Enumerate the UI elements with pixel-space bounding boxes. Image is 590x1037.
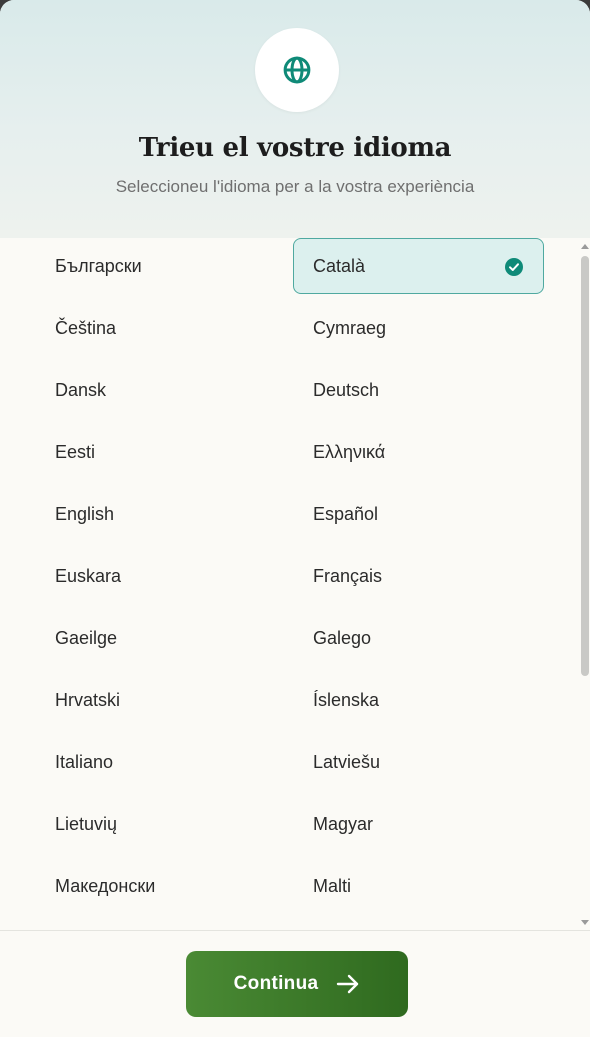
modal-title: Trieu el vostre idioma — [138, 133, 452, 163]
language-option[interactable]: Latviešu — [293, 734, 544, 790]
language-label: Íslenska — [313, 689, 380, 710]
language-option[interactable]: Magyar — [293, 796, 544, 852]
language-label: Dansk — [55, 379, 107, 400]
modal-subtitle: Seleccioneu l'idioma per a la vostra exp… — [115, 177, 475, 196]
language-option[interactable]: Gaeilge — [35, 610, 286, 666]
language-label: Ελληνικά — [313, 441, 386, 462]
language-option[interactable]: Galego — [293, 610, 544, 666]
language-label: Hrvatski — [55, 689, 121, 710]
language-option[interactable]: Euskara — [35, 548, 286, 604]
language-label: Čeština — [55, 317, 117, 338]
language-option[interactable]: Ελληνικά — [293, 424, 544, 480]
language-option[interactable]: Deutsch — [293, 362, 544, 418]
language-label: Македонски — [55, 875, 156, 896]
continue-button[interactable]: Continua — [186, 951, 408, 1017]
language-modal: Trieu el vostre idioma Seleccioneu l'idi… — [0, 0, 590, 1037]
language-option[interactable]: Български — [35, 238, 286, 294]
language-label: Latviešu — [313, 751, 381, 772]
language-label: Català — [313, 255, 366, 276]
scroll-down-arrow-icon[interactable] — [581, 920, 589, 925]
language-label: Magyar — [313, 813, 374, 834]
language-option[interactable]: English — [35, 486, 286, 542]
language-label: Deutsch — [313, 379, 380, 400]
language-option[interactable]: Català — [293, 238, 544, 294]
language-option[interactable]: Malti — [293, 858, 544, 914]
scrollbar[interactable] — [580, 238, 590, 930]
language-label: Gaeilge — [55, 627, 118, 648]
language-option[interactable]: Français — [293, 548, 544, 604]
language-label: Български — [55, 255, 142, 276]
language-label: Español — [313, 503, 379, 524]
language-option[interactable]: Íslenska — [293, 672, 544, 728]
language-option[interactable]: Lietuvių — [35, 796, 286, 852]
check-circle-icon — [505, 258, 523, 276]
language-label: Italiano — [55, 751, 114, 772]
globe-icon — [283, 56, 311, 84]
language-label: Cymraeg — [313, 317, 387, 338]
modal-footer: Continua — [0, 930, 590, 1037]
language-option[interactable]: Eesti — [35, 424, 286, 480]
language-label: Malti — [313, 875, 352, 896]
continue-label: Continua — [233, 973, 319, 994]
language-label: Euskara — [55, 565, 122, 586]
language-option[interactable]: Italiano — [35, 734, 286, 790]
language-option[interactable]: Español — [293, 486, 544, 542]
language-option[interactable]: Hrvatski — [35, 672, 286, 728]
language-label: English — [55, 503, 115, 524]
globe-badge — [255, 28, 339, 112]
language-option[interactable]: Dansk — [35, 362, 286, 418]
language-label: Lietuvių — [55, 813, 118, 834]
language-option[interactable]: Македонски — [35, 858, 286, 914]
language-option[interactable]: Čeština — [35, 300, 286, 356]
language-label: Eesti — [55, 441, 96, 462]
language-label: Français — [313, 565, 383, 586]
arrow-right-icon — [337, 974, 359, 994]
language-option[interactable]: Cymraeg — [293, 300, 544, 356]
scroll-up-arrow-icon[interactable] — [581, 244, 589, 249]
modal-header: Trieu el vostre idioma Seleccioneu l'idi… — [0, 0, 590, 238]
language-list: Български Català Čeština Cymraeg Dansk Deutsc… — [0, 238, 578, 930]
language-label: Galego — [313, 627, 372, 648]
scroll-thumb[interactable] — [581, 256, 589, 676]
